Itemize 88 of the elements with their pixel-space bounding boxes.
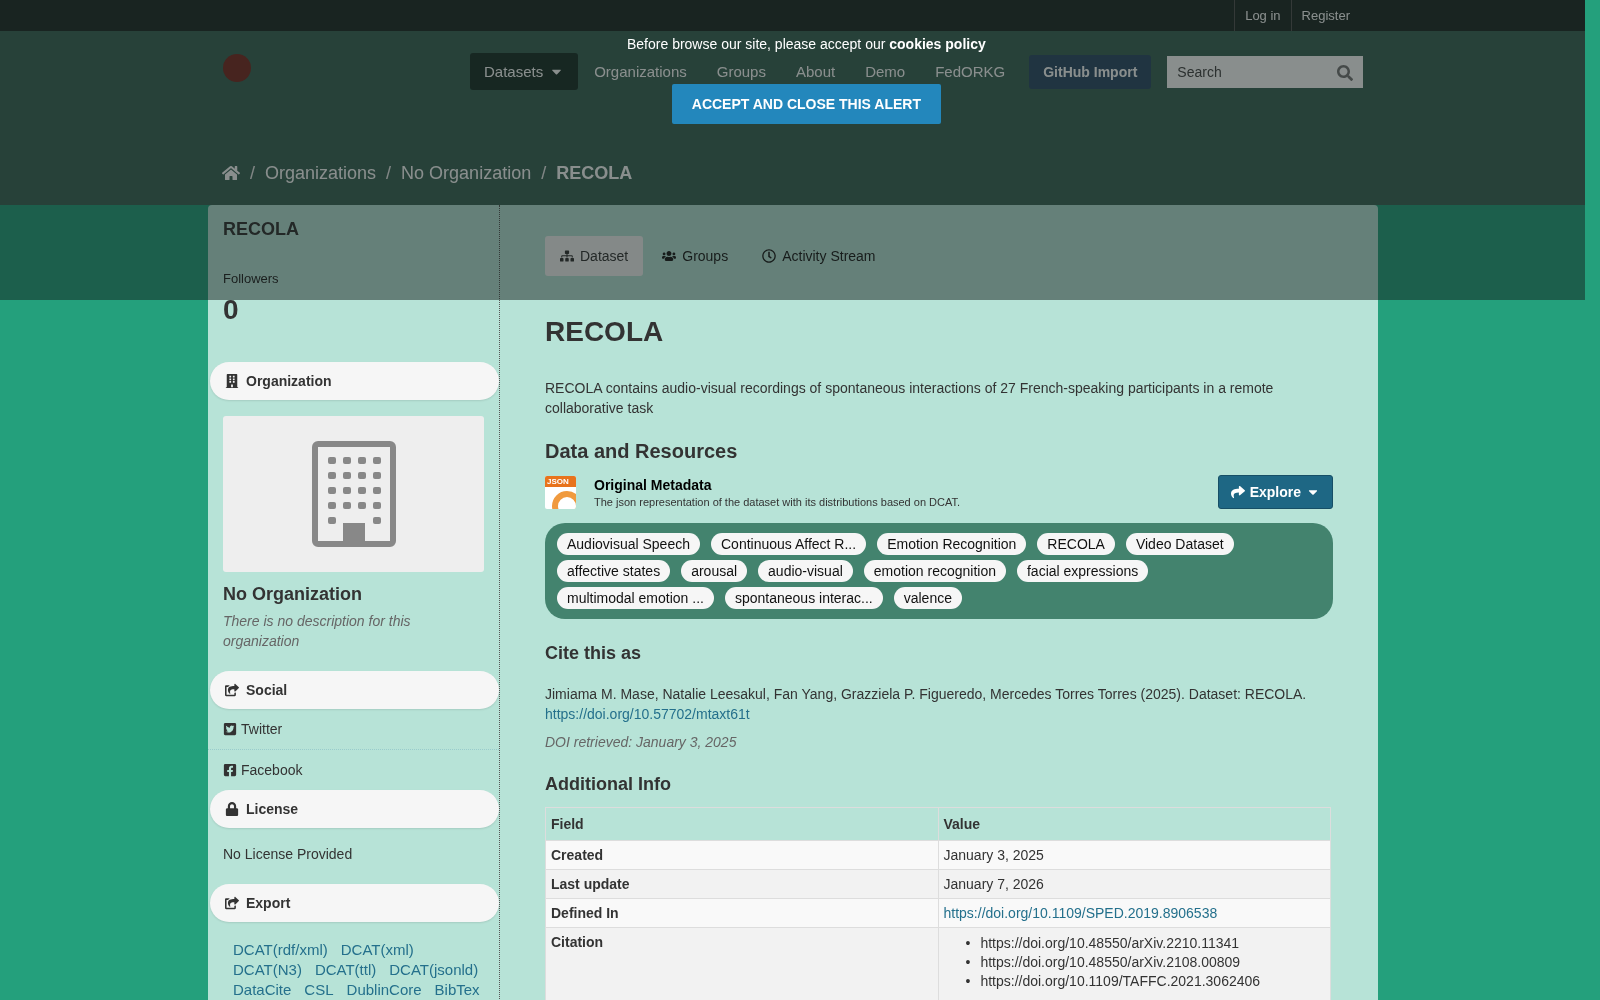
list-bullet: •	[965, 934, 971, 953]
facebook-icon	[223, 763, 237, 777]
breadcrumb-separator: /	[541, 162, 547, 184]
list-item: https://doi.org/10.48550/arXiv.2210.11341	[980, 934, 1240, 953]
sitemap-icon	[560, 249, 574, 263]
tag[interactable]: emotion recognition	[863, 560, 1006, 582]
export-link[interactable]: DCAT(rdf/xml)	[233, 940, 328, 960]
explore-button[interactable]: Explore	[1217, 475, 1333, 509]
tab[interactable]: Groups	[647, 236, 744, 276]
export-link[interactable]: DCAT(xml)	[340, 940, 414, 960]
list-item: https://doi.org/10.1109/TAFFC.2021.3062406	[980, 972, 1261, 991]
tab[interactable]: Dataset	[545, 236, 644, 276]
tag[interactable]: RECOLA	[1037, 533, 1115, 555]
github-import-button[interactable]: GitHub Import	[1029, 54, 1152, 89]
table-cell: Created	[545, 840, 938, 870]
clock-icon	[762, 249, 777, 263]
home-icon[interactable]	[222, 164, 240, 182]
column-header: Value	[938, 807, 1331, 841]
lock-icon	[225, 802, 239, 816]
resource-name[interactable]: Original Metadata	[594, 476, 961, 493]
sidebar-title: RECOLA	[222, 219, 300, 241]
building-icon	[311, 441, 396, 547]
resource-description: The json representation of the dataset with its distributions based on DCAT.	[594, 495, 961, 508]
followers-label: Followers	[222, 271, 280, 286]
list-item: https://doi.org/10.48550/arXiv.2108.00809	[980, 953, 1241, 972]
file-format-label: JSON	[545, 475, 576, 487]
dataset-title: RECOLA	[545, 316, 665, 348]
share-icon	[225, 896, 239, 910]
table-cell: January 7, 2026	[938, 869, 1331, 899]
nav-item[interactable]: Datasets	[470, 53, 579, 90]
doi-link[interactable]: https://doi.org/10.57702/mtaxt61t	[545, 706, 750, 722]
breadcrumb-separator: /	[250, 162, 255, 184]
section-header: Social	[210, 671, 499, 709]
search-field[interactable]: Search	[1167, 55, 1364, 88]
table-cell: Last update	[545, 869, 938, 899]
cookie-message: Before browse our site, please accept our cookies policy	[627, 36, 986, 52]
dataset-description: RECOLA contains audio-visual recordings of spontaneous interactions of 27 French-speaking participants in a remote collaborative task	[545, 379, 1275, 418]
section-heading: Additional Info	[545, 774, 672, 795]
tag[interactable]: Audiovisual Speech	[557, 533, 700, 555]
organization-description: There is no description for this organization	[222, 612, 412, 651]
social-link[interactable]: Facebook	[208, 750, 499, 790]
section-header: Organization	[210, 362, 499, 400]
followers-count: 0	[222, 294, 240, 326]
logo-icon	[222, 53, 252, 83]
doi-note: DOI retrieved: January 3, 2025	[545, 734, 738, 750]
list-bullet: •	[965, 972, 971, 991]
section-header: License	[210, 790, 499, 828]
organization-name: No Organization	[222, 583, 363, 606]
tag[interactable]: Continuous Affect R...	[711, 533, 867, 555]
export-link[interactable]: BibTex	[434, 980, 480, 1000]
tag[interactable]: audio-visual	[758, 560, 853, 582]
tag[interactable]: affective states	[557, 560, 671, 582]
export-link[interactable]: DCAT(ttl)	[314, 960, 377, 980]
building-icon	[225, 374, 239, 388]
tag[interactable]: multimodal emotion ...	[557, 587, 714, 609]
tag[interactable]: facial expressions	[1016, 560, 1149, 582]
column-header: Field	[545, 807, 938, 841]
section-heading: Cite this as	[545, 643, 643, 664]
twitter-icon	[223, 722, 237, 736]
section-header: Export	[210, 884, 499, 922]
search-icon	[1337, 64, 1354, 81]
breadcrumb-separator: /	[386, 162, 392, 184]
breadcrumb-link[interactable]: No Organization	[401, 162, 532, 184]
breadcrumb-link[interactable]: Organizations	[265, 162, 377, 184]
share-icon	[1230, 485, 1245, 499]
tag[interactable]: valence	[893, 587, 962, 609]
export-link[interactable]: DublinCore	[346, 980, 422, 1000]
export-link[interactable]: DataCite	[233, 980, 292, 1000]
social-link[interactable]: Twitter	[208, 709, 499, 750]
users-icon	[662, 249, 677, 263]
tag[interactable]: spontaneous interac...	[724, 587, 883, 609]
list-bullet: •	[965, 953, 971, 972]
accept-button[interactable]: ACCEPT AND CLOSE THIS ALERT	[671, 84, 941, 124]
table-cell: Defined In	[545, 898, 938, 928]
table-cell: Citation	[545, 927, 938, 1000]
section-heading: Data and Resources	[545, 440, 739, 463]
share-icon	[225, 683, 239, 697]
tab[interactable]: Activity Stream	[747, 236, 891, 276]
export-link[interactable]: DCAT(jsonld)	[389, 960, 479, 980]
export-link[interactable]: CSL	[304, 980, 334, 1000]
citation-text: Jimiama M. Mase, Natalie Leesakul, Fan Yang, Grazziela P. Figueredo, Mercedes Torres Torres (2025). Dataset: RECOLA. https://doi.org/10.57702/mtaxt61t	[545, 685, 1308, 724]
table-cell: January 3, 2025	[938, 840, 1331, 870]
tag[interactable]: Video Dataset	[1125, 533, 1234, 555]
tag[interactable]: Emotion Recognition	[877, 533, 1027, 555]
export-link[interactable]: DCAT(N3)	[233, 960, 302, 980]
tag[interactable]: arousal	[681, 560, 748, 582]
breadcrumb-link[interactable]: RECOLA	[556, 162, 633, 184]
license-text: No License Provided	[222, 845, 354, 864]
